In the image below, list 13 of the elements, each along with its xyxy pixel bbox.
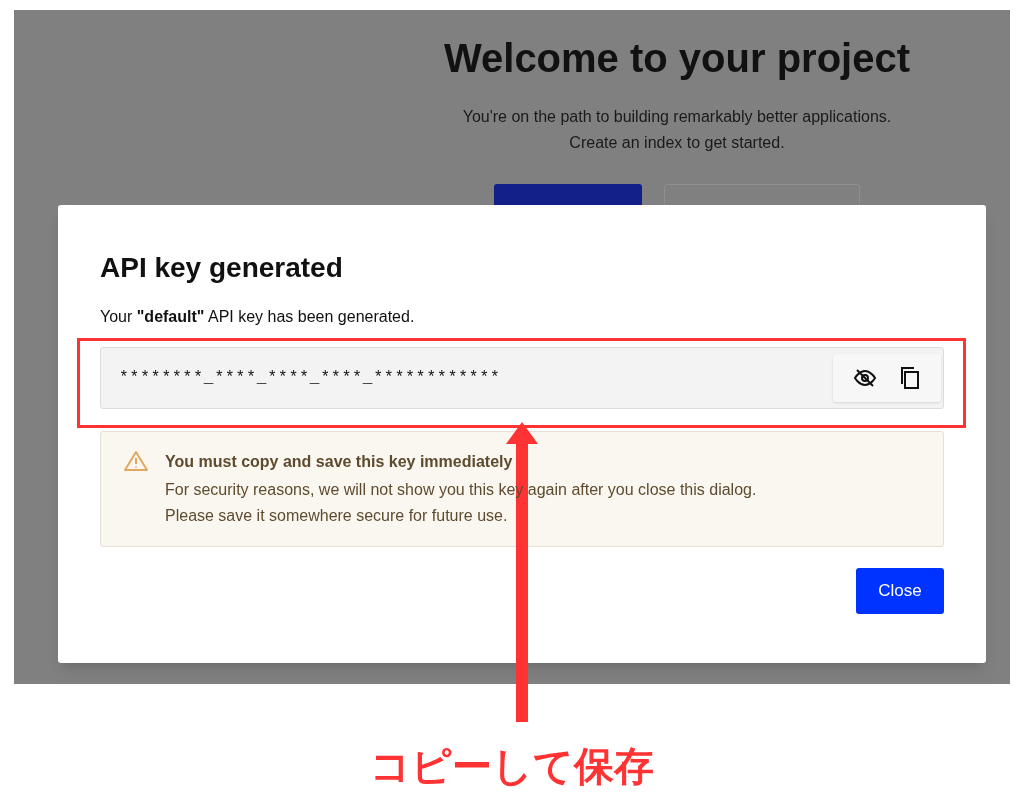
close-button[interactable]: Close xyxy=(856,568,944,614)
dialog-description: Your "default" API key has been generated. xyxy=(100,307,416,327)
warning-icon xyxy=(123,450,149,472)
api-key-value: ********_****_****_****_************ xyxy=(119,368,501,389)
annotation-label: コピーして保存 xyxy=(370,742,654,791)
warning-text: Please save it somewhere secure for future use. xyxy=(165,506,509,526)
copy-icon[interactable] xyxy=(899,366,921,390)
page-subtitle: You're on the path to building remarkably better applications. xyxy=(462,107,892,127)
page-title: Welcome to your project xyxy=(444,35,910,82)
api-key-field[interactable]: ********_****_****_****_************ xyxy=(100,347,944,409)
page-subtitle: Create an index to get started. xyxy=(569,133,785,153)
warning-title: You must copy and save this key immediately xyxy=(165,452,514,472)
dialog-title: API key generated xyxy=(100,251,344,285)
